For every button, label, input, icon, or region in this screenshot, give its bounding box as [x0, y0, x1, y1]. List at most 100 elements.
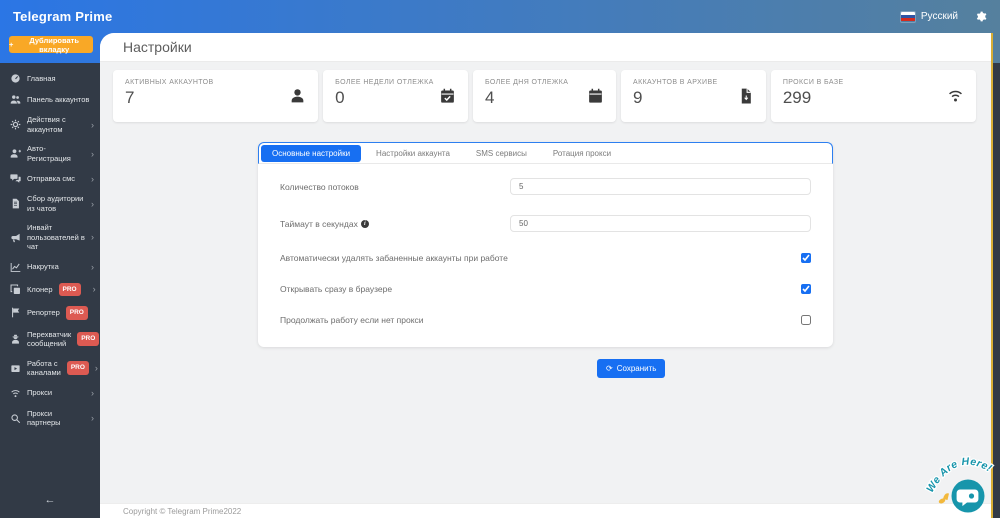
sidebar-item-auto-registration[interactable]: Авто-Регистрация ›	[0, 139, 100, 168]
spy-icon	[10, 334, 21, 345]
chevron-right-icon: ›	[91, 175, 94, 183]
pro-badge: PRO	[59, 283, 81, 297]
stat-card-active-accounts: АКТИВНЫХ АККАУНТОВ 7	[113, 70, 318, 122]
settings-gear-icon[interactable]	[974, 10, 987, 23]
chevron-right-icon: ›	[91, 233, 94, 241]
chevron-right-icon: ›	[91, 200, 94, 208]
tab-content: Количество потоков Таймаут в секундах i …	[258, 164, 833, 347]
wifi-icon	[947, 88, 964, 105]
autodelete-banned-row: Автоматически удалять забаненные аккаунт…	[280, 242, 811, 273]
save-button[interactable]: ⟳ Сохранить	[597, 359, 665, 378]
settings-card: Основные настройки Настройки аккаунта SM…	[258, 142, 833, 347]
copyright-text: Copyright © Telegram Prime2022	[123, 507, 241, 516]
sidebar-item-proxy[interactable]: Прокси ›	[0, 383, 100, 404]
sidebar-item-invite-users[interactable]: Инвайт пользователей в чат ›	[0, 218, 100, 257]
duplicate-tab-button[interactable]: + Дублировать вкладку	[9, 36, 93, 53]
autodelete-banned-label: Автоматически удалять забаненные аккаунт…	[280, 253, 508, 263]
chevron-right-icon: ›	[95, 364, 98, 372]
archive-file-icon	[737, 88, 754, 105]
language-selector[interactable]: Русский	[901, 11, 958, 22]
page-title-bar: Настройки	[100, 33, 991, 62]
hand-icon	[938, 493, 949, 504]
sidebar-item-cloner[interactable]: Клонер PRO ›	[0, 278, 100, 302]
main-content: Настройки АКТИВНЫХ АККАУНТОВ 7 БОЛЕЕ НЕД…	[100, 33, 993, 518]
sidebar-item-channels-work[interactable]: Работа с каналами PRO ›	[0, 354, 100, 383]
pro-badge: PRO	[67, 361, 89, 375]
footer: Copyright © Telegram Prime2022	[100, 503, 991, 518]
sidebar-item-sms-sending[interactable]: Отправка смс ›	[0, 168, 100, 189]
timeout-label: Таймаут в секундах i	[280, 219, 510, 229]
chevron-right-icon: ›	[91, 263, 94, 271]
autodelete-banned-checkbox[interactable]	[801, 253, 811, 263]
chevron-right-icon: ›	[93, 285, 96, 293]
app-brand: Telegram Prime	[13, 9, 112, 24]
stat-card-archived-accounts: АККАУНТОВ В АРХИВЕ 9	[621, 70, 766, 122]
threads-count-label: Количество потоков	[280, 182, 510, 192]
flag-icon	[10, 307, 21, 318]
open-in-browser-checkbox[interactable]	[801, 284, 811, 294]
megaphone-icon	[10, 232, 21, 243]
chat-icon	[10, 173, 21, 184]
threads-count-input[interactable]	[510, 178, 811, 195]
tab-account-settings[interactable]: Настройки аккаунта	[363, 144, 463, 163]
open-in-browser-label: Открывать сразу в браузере	[280, 284, 392, 294]
gear-icon	[10, 119, 21, 130]
home-icon	[10, 73, 21, 84]
page-title: Настройки	[123, 39, 192, 55]
threads-count-row: Количество потоков	[280, 168, 811, 205]
stat-card-proxies: ПРОКСИ В БАЗЕ 299	[771, 70, 976, 122]
timeout-row: Таймаут в секундах i	[280, 205, 811, 242]
calendar-check-icon	[439, 88, 456, 105]
sidebar-item-accounts-panel[interactable]: Панель аккаунтов	[0, 89, 100, 110]
chat-bubble-icon	[952, 480, 985, 513]
sidebar-item-account-actions[interactable]: Действия с аккаунтом ›	[0, 110, 100, 139]
support-chat-widget[interactable]: We Are Here!	[915, 443, 999, 517]
stats-cards-row: АКТИВНЫХ АККАУНТОВ 7 БОЛЕЕ НЕДЕЛИ ОТЛЕЖК…	[113, 70, 976, 122]
sidebar-item-home[interactable]: Главная	[0, 68, 100, 89]
wifi-icon	[10, 388, 21, 399]
open-in-browser-row: Открывать сразу в браузере	[280, 273, 811, 304]
stat-value: 7	[125, 88, 306, 108]
tab-sms-services[interactable]: SMS сервисы	[463, 144, 540, 163]
chevron-right-icon: ›	[91, 121, 94, 129]
stat-value: 299	[783, 88, 964, 108]
russian-flag-icon	[901, 12, 915, 22]
user-icon	[289, 88, 306, 105]
pro-badge: PRO	[77, 332, 99, 346]
sidebar-item-boosting[interactable]: Накрутка ›	[0, 257, 100, 278]
sidebar-menu: Главная Панель аккаунтов Действия с акка…	[0, 63, 100, 433]
pro-badge: PRO	[66, 306, 88, 320]
stat-card-day-rest: БОЛЕЕ ДНЯ ОТЛЕЖКА 4	[473, 70, 616, 122]
continue-without-proxy-row: Продолжать работу если нет прокси	[280, 304, 811, 335]
chevron-right-icon: ›	[91, 150, 94, 158]
sidebar-item-message-interceptor[interactable]: Перехватчик сообщений PRO	[0, 325, 100, 354]
stat-value: 0	[335, 88, 456, 108]
continue-without-proxy-label: Продолжать работу если нет прокси	[280, 315, 424, 325]
stat-card-week-rest: БОЛЕЕ НЕДЕЛИ ОТЛЕЖКА 0	[323, 70, 468, 122]
info-icon[interactable]: i	[361, 220, 369, 228]
search-icon	[10, 413, 21, 424]
sidebar-collapse-button[interactable]: ←	[0, 494, 100, 506]
calendar-icon	[587, 88, 604, 105]
top-navbar: Telegram Prime Русский	[0, 0, 1000, 33]
sync-icon: ⟳	[606, 365, 613, 373]
clone-icon	[10, 284, 21, 295]
sidebar-item-reporter[interactable]: Репортер PRO ›	[0, 301, 100, 325]
sidebar: Главная Панель аккаунтов Действия с акка…	[0, 63, 100, 518]
chevron-right-icon: ›	[91, 414, 94, 422]
user-plus-icon	[10, 148, 21, 159]
tab-proxy-rotation[interactable]: Ротация прокси	[540, 144, 624, 163]
sidebar-item-proxy-partners[interactable]: Прокси партнеры ›	[0, 404, 100, 433]
chevron-right-icon: ›	[91, 389, 94, 397]
sidebar-item-audience-collection[interactable]: Сбор аудитории из чатов ›	[0, 189, 100, 218]
users-icon	[10, 94, 21, 105]
tab-main-settings[interactable]: Основные настройки	[261, 145, 361, 162]
chart-icon	[10, 262, 21, 273]
stat-value: 9	[633, 88, 754, 108]
continue-without-proxy-checkbox[interactable]	[801, 315, 811, 325]
plus-icon: +	[9, 40, 13, 49]
document-icon	[10, 198, 21, 209]
timeout-input[interactable]	[510, 215, 811, 232]
language-label: Русский	[921, 11, 958, 22]
channel-icon	[10, 363, 21, 374]
